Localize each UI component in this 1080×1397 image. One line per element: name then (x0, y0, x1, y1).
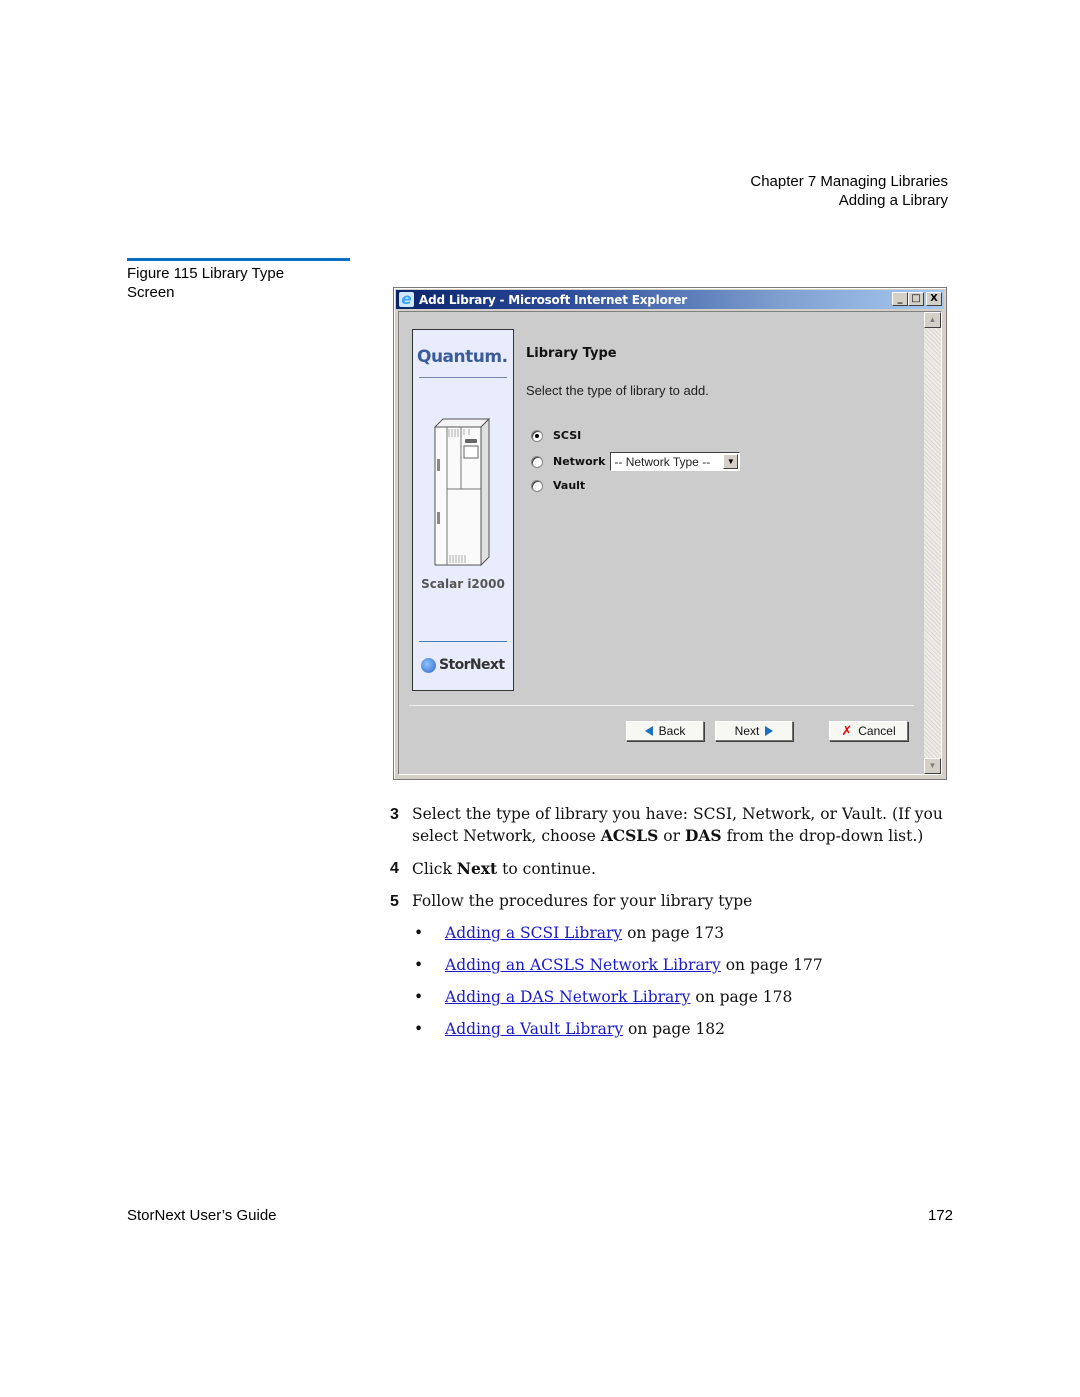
link-scsi-library[interactable]: Adding a SCSI Library (445, 924, 622, 942)
bullet-icon: • (414, 924, 424, 942)
tape-library-image (433, 417, 491, 567)
network-type-select[interactable]: -- Network Type -- ▼ (610, 452, 741, 471)
network-type-value: -- Network Type -- (614, 454, 711, 469)
maximize-button[interactable]: □ (908, 292, 924, 306)
ie-window-screenshot: e Add Library - Microsoft Internet Explo… (393, 287, 947, 780)
network-label: Network (553, 455, 606, 468)
running-head: Chapter 7 Managing Libraries Adding a Li… (750, 172, 948, 210)
window-title: Add Library - Microsoft Internet Explore… (419, 292, 687, 307)
globe-icon (421, 657, 436, 673)
footer-guide-title: StorNext User’s Guide (127, 1207, 277, 1224)
library-model-name: Scalar i2000 (421, 577, 505, 591)
radio-option-network[interactable]: Network -- Network Type -- ▼ (531, 452, 741, 471)
procedure-steps: 3 Select the type of library you have: S… (390, 804, 950, 1051)
step-number: 5 (390, 893, 399, 910)
link-das-library[interactable]: Adding a DAS Network Library (445, 988, 690, 1006)
section-title-header: Adding a Library (838, 192, 948, 209)
link-acsls-library[interactable]: Adding an ACSLS Network Library (445, 956, 721, 974)
window-titlebar[interactable]: e Add Library - Microsoft Internet Explo… (396, 290, 944, 309)
list-item: • Adding an ACSLS Network Library on pag… (414, 956, 823, 974)
close-button[interactable]: X (926, 292, 942, 306)
radio-option-vault[interactable]: Vault (531, 479, 585, 492)
figure-caption-line2: Screen (127, 284, 175, 301)
internet-explorer-icon: e (399, 292, 414, 307)
library-procedure-links: • Adding a SCSI Library on page 173 • Ad… (390, 923, 950, 1040)
step-number: 4 (390, 860, 399, 877)
back-button[interactable]: Back (626, 721, 704, 741)
step-3: 3 Select the type of library you have: S… (390, 804, 950, 847)
step-5: 5 Follow the procedures for your library… (390, 891, 950, 912)
vault-label: Vault (553, 479, 586, 492)
scroll-up-icon[interactable]: ▲ (924, 312, 941, 328)
bullet-icon: • (414, 988, 424, 1006)
step-text: Click Next to continue. (412, 859, 596, 878)
scsi-radio[interactable] (531, 429, 543, 442)
vertical-scrollbar[interactable]: ▲ ▼ (924, 312, 941, 774)
list-item: • Adding a Vault Library on page 182 (414, 1020, 726, 1038)
next-button[interactable]: Next (715, 721, 793, 741)
back-label: Back (658, 724, 686, 738)
scsi-label: SCSI (553, 429, 582, 442)
stornext-logo-text: StorNext (439, 657, 505, 673)
minimize-button[interactable]: _ (892, 292, 908, 306)
figure-caption: Figure 115 Library Type Screen (127, 264, 347, 302)
list-item: • Adding a SCSI Library on page 173 (414, 924, 725, 942)
cancel-label: Cancel (858, 724, 896, 738)
next-label: Next (734, 724, 760, 738)
vault-radio[interactable] (531, 479, 543, 492)
side-panel-divider-bottom (419, 641, 507, 642)
library-type-heading: Library Type (526, 346, 617, 361)
list-item: • Adding a DAS Network Library on page 1… (414, 988, 793, 1006)
arrow-left-icon (644, 726, 653, 736)
figure-caption-line1: Figure 115 Library Type (127, 265, 285, 282)
arrow-right-icon (765, 726, 774, 736)
close-x-icon: ✗ (841, 723, 853, 739)
chapter-title: Chapter 7 Managing Libraries (750, 173, 948, 190)
link-vault-library[interactable]: Adding a Vault Library (445, 1020, 623, 1038)
cancel-button[interactable]: ✗ Cancel (829, 721, 908, 741)
bullet-icon: • (414, 956, 424, 974)
step-4: 4 Click Next to continue. (390, 858, 950, 880)
step-text: Select the type of library you have: SCS… (412, 805, 943, 845)
instruction-text: Select the type of library to add. (526, 383, 709, 398)
window-controls: _ □ X (892, 292, 942, 306)
bullet-icon: • (414, 1020, 424, 1038)
network-radio[interactable] (531, 455, 543, 468)
chevron-down-icon[interactable]: ▼ (723, 454, 739, 469)
side-panel-divider (419, 377, 507, 378)
footer-divider (409, 705, 914, 706)
step-text: Follow the procedures for your library t… (412, 892, 753, 910)
window-client-area: Quantum. Scalar i2000 StorNext Library T… (398, 311, 942, 775)
scroll-down-icon[interactable]: ▼ (924, 758, 941, 774)
radio-option-scsi[interactable]: SCSI (531, 429, 581, 442)
figure-rule (127, 258, 350, 261)
footer-page-number: 172 (927, 1207, 953, 1224)
side-panel: Quantum. Scalar i2000 StorNext (412, 329, 514, 691)
step-number: 3 (390, 806, 399, 823)
stornext-logo: StorNext (421, 657, 505, 673)
quantum-logo: Quantum. (417, 347, 508, 367)
